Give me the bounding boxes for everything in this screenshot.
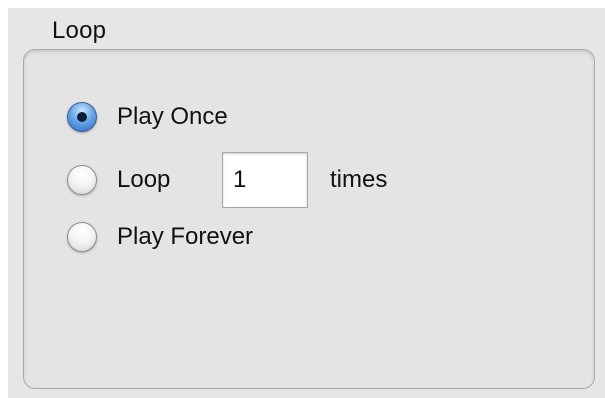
play-forever-option[interactable]: Play Forever xyxy=(67,220,253,254)
play-forever-radio[interactable] xyxy=(67,222,97,252)
loop-count-input[interactable] xyxy=(222,152,308,208)
play-forever-label[interactable]: Play Forever xyxy=(117,222,253,252)
loop-label[interactable]: Loop xyxy=(117,165,170,195)
times-label: times xyxy=(330,166,388,193)
selected-dot-icon xyxy=(77,112,87,122)
play-once-label[interactable]: Play Once xyxy=(117,102,228,132)
loop-radio[interactable] xyxy=(67,165,97,195)
loop-option[interactable]: Loop xyxy=(67,163,170,197)
play-once-radio[interactable] xyxy=(67,102,97,132)
play-once-option[interactable]: Play Once xyxy=(67,100,228,134)
loop-group-title: Loop xyxy=(52,17,107,44)
